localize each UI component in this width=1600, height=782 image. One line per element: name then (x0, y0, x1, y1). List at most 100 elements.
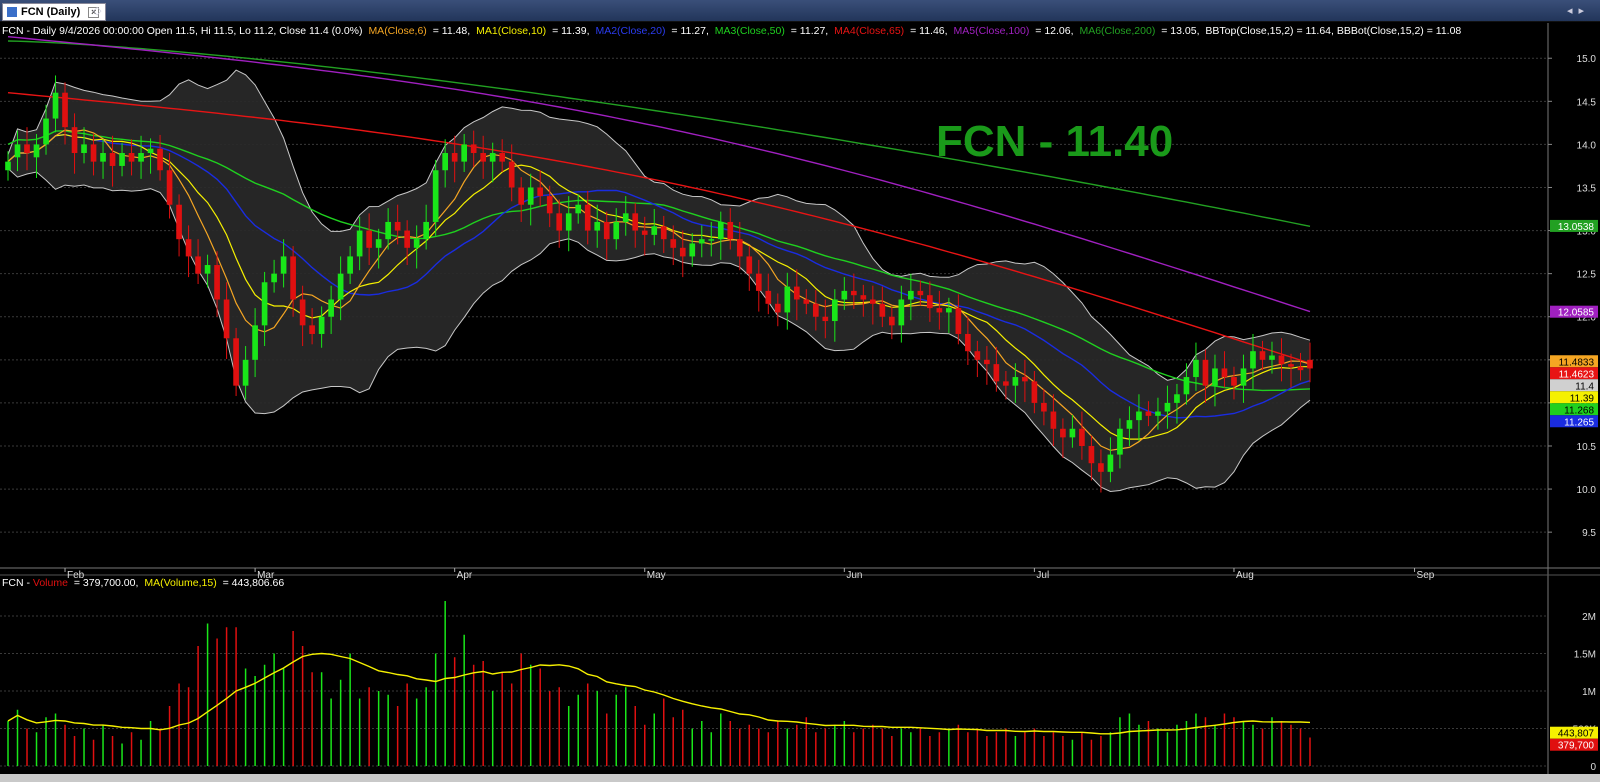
candle-body (641, 230, 648, 235)
candle-body (879, 303, 886, 317)
volume-tick-label: 1.5M (1574, 650, 1596, 661)
new-tab-icon[interactable]: ◇ (93, 4, 101, 17)
candle-body (1278, 355, 1285, 365)
candle-body (708, 239, 715, 241)
candle-body (1060, 428, 1066, 438)
volume-value-tag-text: 379,700 (1558, 741, 1595, 752)
volume-label: Volume (33, 577, 68, 589)
candle-body (432, 170, 439, 222)
candle-body (1117, 428, 1123, 455)
candle-body (195, 256, 201, 274)
candle-body (670, 239, 677, 248)
candle-body (242, 359, 249, 386)
candle-body (366, 230, 372, 248)
candle-body (100, 153, 106, 162)
candle-body (527, 187, 534, 205)
chart-tab-label: FCN (Daily) (21, 6, 81, 18)
candle-body (860, 295, 867, 300)
candle-body (261, 282, 268, 326)
chart-title: FCN - 11.40 (936, 117, 1173, 166)
candle-body (584, 204, 591, 231)
candle-body (423, 221, 429, 240)
candle-body (537, 187, 544, 197)
candle-body (746, 256, 753, 274)
candle-body (233, 338, 239, 386)
candle-body (784, 286, 791, 313)
candle-body (62, 92, 68, 128)
candle-body (318, 316, 325, 334)
volume-header-symbol: FCN - (2, 577, 33, 589)
candle-body (1250, 351, 1256, 369)
ma20-label: MA2(Close,20) (595, 25, 665, 37)
candle-body (1288, 364, 1294, 367)
candle-body (594, 221, 601, 231)
candle-body (765, 290, 772, 304)
price-value-tag-text: 11.265 (1564, 417, 1594, 428)
volume-value-tag-text: 443,807 (1558, 729, 1595, 740)
candle-body (850, 290, 857, 296)
candle-body (271, 273, 277, 283)
candle-body (451, 153, 458, 162)
candle-body (299, 299, 306, 326)
candle-body (214, 265, 220, 300)
candle-body (1174, 394, 1180, 403)
candle-body (470, 144, 477, 154)
candle-body (461, 144, 468, 162)
candle-body (955, 308, 962, 334)
ma10-label: MA1(Close,10) (476, 25, 546, 37)
candle-body (1050, 411, 1057, 429)
candle-body (480, 153, 487, 162)
candle-body (1022, 377, 1028, 382)
ma65-value: = 11.46, (910, 25, 947, 37)
candle-body (157, 148, 163, 171)
price-tick-label: 10.5 (1577, 442, 1597, 453)
tab-scroll-arrows-icon[interactable]: ◂▸ (1567, 4, 1590, 17)
volume-tick-label: 0 (1590, 762, 1596, 773)
price-header: FCN - Daily 9/4/2026 00:00:00 Open 11.5,… (2, 25, 1461, 37)
candle-body (908, 290, 914, 300)
candle-body (974, 351, 981, 360)
candle-body (385, 221, 391, 240)
candle-body (24, 144, 30, 154)
price-value-tag-text: 12.0585 (1558, 308, 1595, 319)
month-label: Jun (846, 570, 862, 581)
candle-body (965, 333, 971, 352)
month-label: Apr (457, 570, 473, 581)
candle-body (1003, 381, 1009, 386)
candle-body (755, 273, 762, 291)
chart-tab[interactable]: FCN (Daily) × (2, 3, 107, 21)
candle-body (622, 213, 629, 222)
price-value-tag-text: 11.4833 (1559, 357, 1595, 368)
chart-area[interactable]: 9.510.010.511.011.512.012.513.013.514.01… (0, 23, 1600, 774)
sheet-tabs-strip[interactable] (0, 774, 1600, 782)
candle-body (309, 325, 315, 334)
candle-body (375, 239, 382, 248)
candle-body (138, 153, 144, 162)
month-label: Sep (1417, 570, 1435, 581)
candle-body (727, 221, 734, 240)
volume-tick-label: 2M (1582, 612, 1596, 623)
candle-body (14, 144, 21, 158)
price-tick-label: 12.5 (1577, 270, 1597, 281)
price-value-tag-text: 11.268 (1564, 405, 1594, 416)
candle-body (508, 161, 515, 188)
candle-body (1259, 351, 1266, 360)
candle-body (841, 290, 848, 300)
price-tick-label: 10.0 (1577, 485, 1597, 496)
candle-body (556, 213, 563, 231)
ma200-value: = 13.05, (1161, 25, 1199, 37)
candle-body (356, 230, 363, 257)
candle-body (337, 273, 344, 300)
month-label: May (647, 570, 666, 581)
candle-body (33, 144, 40, 158)
candle-body (290, 256, 296, 300)
chart-icon (7, 7, 17, 17)
volume-tick-label: 1M (1582, 687, 1596, 698)
candle-body (52, 92, 59, 119)
candle-body (632, 213, 639, 231)
candle-body (1269, 355, 1275, 360)
candle-body (176, 204, 182, 240)
ma200-label: MA6(Close,200) (1079, 25, 1155, 37)
price-tick-label: 13.5 (1577, 183, 1597, 194)
candle-body (43, 118, 49, 145)
